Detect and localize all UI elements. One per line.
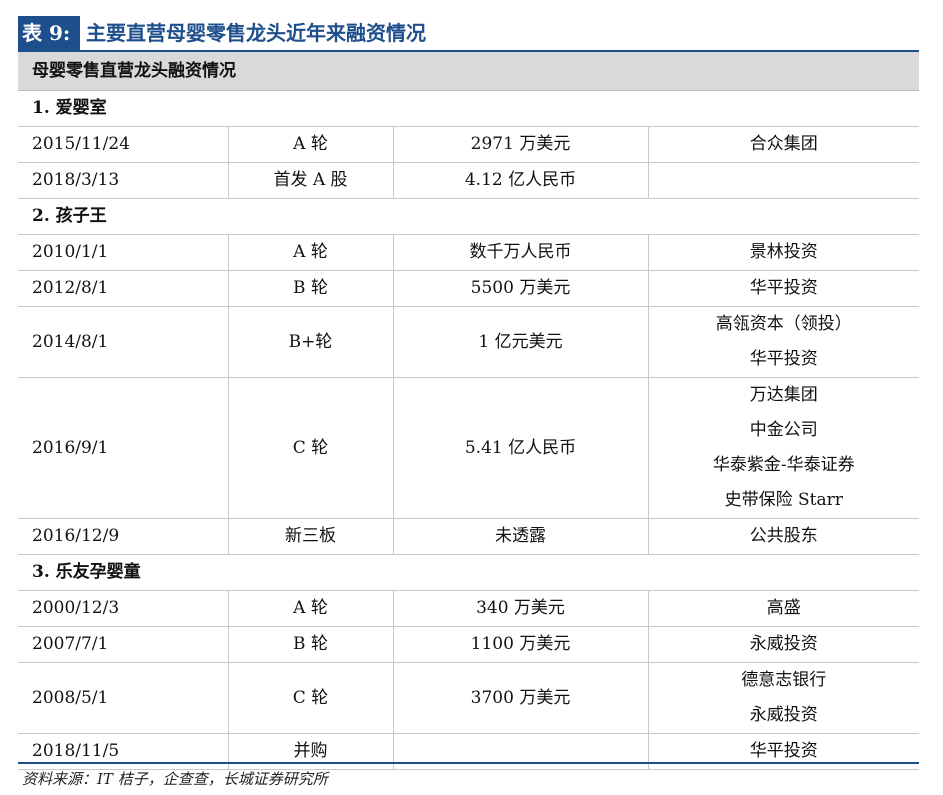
amount-cell: 5500 万美元 xyxy=(392,270,648,307)
table-title-bar: 表 9: 主要直营母婴零售龙头近年来融资情况 xyxy=(18,16,919,52)
amount-cell: 1100 万美元 xyxy=(392,626,648,663)
amount-cell: 数千万人民币 xyxy=(392,234,648,271)
section-row: 1. 爱婴室 xyxy=(18,90,919,127)
round-cell: 新三板 xyxy=(227,518,393,555)
financing-table-body: 母婴零售直营龙头融资情况 1. 爱婴室 2015/11/24 A 轮 2971 万美元… xyxy=(18,52,919,770)
round-cell: C 轮 xyxy=(227,377,393,519)
investors-cell: 永威投资 xyxy=(647,626,919,663)
date-cell: 2014/8/1 xyxy=(18,306,228,378)
amount-cell: 340 万美元 xyxy=(392,590,648,627)
date-cell: 2018/3/13 xyxy=(18,162,228,199)
round-cell: A 轮 xyxy=(227,590,393,627)
round-cell: A 轮 xyxy=(227,234,393,271)
round-cell: C 轮 xyxy=(227,662,393,734)
investor-name: 公共股东 xyxy=(749,526,818,546)
section-row: 2. 孩子王 xyxy=(18,198,919,235)
investors-cell: 华平投资 xyxy=(647,733,919,770)
table-header: 母婴零售直营龙头融资情况 xyxy=(18,52,919,91)
table-header-row: 母婴零售直营龙头融资情况 xyxy=(18,52,919,91)
date-cell: 2010/1/1 xyxy=(18,234,228,271)
investor-name: 华平投资 xyxy=(749,349,818,369)
date-cell: 2016/12/9 xyxy=(18,518,228,555)
amount-cell: 5.41 亿人民币 xyxy=(392,377,648,519)
investor-name: 永威投资 xyxy=(749,705,818,725)
table-row: 2015/11/24 A 轮 2971 万美元 合众集团 xyxy=(18,126,919,163)
table-row: 2016/9/1 C 轮 5.41 亿人民币 万达集团 中金公司 华泰紫金-华泰证券 史带保… xyxy=(18,377,919,519)
section-title: 2. 孩子王 xyxy=(18,198,919,235)
investors-cell: 高瓴资本（领投） 华平投资 xyxy=(647,306,919,378)
table-title: 主要直营母婴零售龙头近年来融资情况 xyxy=(86,21,426,45)
date-cell: 2007/7/1 xyxy=(18,626,228,663)
investor-name: 万达集团 xyxy=(749,385,818,405)
source-note: 资料来源：IT 桔子，企查查，长城证券研究所 xyxy=(22,770,328,788)
table-row: 2012/8/1 B 轮 5500 万美元 华平投资 xyxy=(18,270,919,307)
table-row: 2008/5/1 C 轮 3700 万美元 德意志银行 永威投资 xyxy=(18,662,919,734)
round-cell: 首发 A 股 xyxy=(227,162,393,199)
financing-table: 母婴零售直营龙头融资情况 1. 爱婴室 2015/11/24 A 轮 2971 万美元… xyxy=(18,52,919,770)
table-row: 2010/1/1 A 轮数千万人民币 景林投资 xyxy=(18,234,919,271)
source-divider xyxy=(18,762,919,764)
date-cell: 2008/5/1 xyxy=(18,662,228,734)
investors-cell xyxy=(647,162,919,199)
investor-name: 华泰紫金-华泰证券 xyxy=(712,455,855,475)
amount-cell xyxy=(392,733,648,770)
investor-name: 永威投资 xyxy=(749,634,818,654)
investors-cell: 高盛 xyxy=(647,590,919,627)
investor-name: 景林投资 xyxy=(749,242,818,262)
table-row: 2018/11/5 并购 华平投资 xyxy=(18,733,919,770)
table-row: 2018/3/13 首发 A 股 4.12 亿人民币 xyxy=(18,162,919,199)
investor-name: 中金公司 xyxy=(749,420,818,440)
table-row: 2016/12/9 新三板 未透露 公共股东 xyxy=(18,518,919,555)
table-number-tag: 表 9: xyxy=(18,16,80,50)
date-cell: 2015/11/24 xyxy=(18,126,228,163)
investors-cell: 万达集团中金公司华泰紫金-华泰证券 史带保险 Starr xyxy=(647,377,919,519)
amount-cell: 4.12 亿人民币 xyxy=(392,162,648,199)
table-row: 2014/8/1 B+轮 1 亿元美元 高瓴资本（领投） 华平投资 xyxy=(18,306,919,378)
amount-cell: 未透露 xyxy=(392,518,648,555)
investor-name: 华平投资 xyxy=(749,278,818,298)
amount-cell: 3700 万美元 xyxy=(392,662,648,734)
date-cell: 2000/12/3 xyxy=(18,590,228,627)
investor-name: 高盛 xyxy=(766,598,801,618)
round-cell: B+轮 xyxy=(227,306,393,378)
round-cell: B 轮 xyxy=(227,626,393,663)
investors-cell: 公共股东 xyxy=(647,518,919,555)
round-cell: B 轮 xyxy=(227,270,393,307)
investors-cell: 德意志银行 永威投资 xyxy=(647,662,919,734)
section-title: 3. 乐友孕婴童 xyxy=(18,554,919,591)
investors-cell: 华平投资 xyxy=(647,270,919,307)
investor-name: 德意志银行 xyxy=(741,670,827,690)
table-row: 2007/7/1 B 轮 1100 万美元 永威投资 xyxy=(18,626,919,663)
date-cell: 2012/8/1 xyxy=(18,270,228,307)
section-row: 3. 乐友孕婴童 xyxy=(18,554,919,591)
investor-name: 合众集团 xyxy=(749,134,818,154)
round-cell: 并购 xyxy=(227,733,393,770)
investors-cell: 合众集团 xyxy=(647,126,919,163)
section-title: 1. 爱婴室 xyxy=(18,90,919,127)
date-cell: 2016/9/1 xyxy=(18,377,228,519)
investors-cell: 景林投资 xyxy=(647,234,919,271)
amount-cell: 2971 万美元 xyxy=(392,126,648,163)
investor-name: 史带保险 Starr xyxy=(724,490,843,510)
round-cell: A 轮 xyxy=(227,126,393,163)
table-row: 2000/12/3 A 轮 340 万美元 高盛 xyxy=(18,590,919,627)
amount-cell: 1 亿元美元 xyxy=(392,306,648,378)
date-cell: 2018/11/5 xyxy=(18,733,228,770)
investor-name: 高瓴资本（领投） xyxy=(715,314,852,334)
